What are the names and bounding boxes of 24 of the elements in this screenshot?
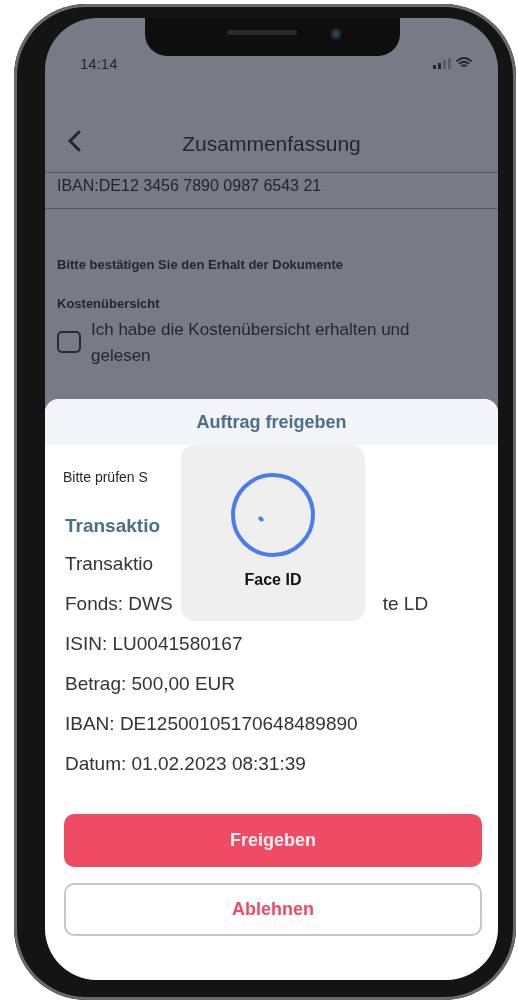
signal-icon — [433, 57, 451, 69]
documents-heading: Bitte bestätigen Sie den Erhalt der Dokumente — [57, 257, 345, 272]
detail-text: te LD — [382, 592, 429, 616]
screen-title: Zusammenfassung — [182, 132, 361, 156]
section-title: Transaktio — [65, 515, 162, 537]
sheet-title: Auftrag freigeben — [45, 399, 498, 445]
checkbox[interactable] — [57, 331, 81, 353]
approve-button[interactable]: Freigeben — [64, 814, 482, 867]
detail-text: IBAN: DE12500105170648489890 — [65, 712, 358, 736]
iban-text: IBAN:DE12 3456 7890 0987 6543 21 — [45, 173, 498, 209]
wifi-icon — [456, 57, 472, 69]
section-title: Kostenübersicht — [57, 296, 161, 311]
detail-text: Transaktio — [65, 552, 153, 576]
detail-text: Datum: 01.02.2023 08:31:39 — [65, 752, 306, 776]
status-time: 14:14 — [80, 54, 118, 72]
checkbox-label: Ich habe die Kostenübersicht erhalten und gelesen — [91, 319, 411, 367]
detail-text: Fonds: DWS — [65, 592, 173, 616]
detail-text: Betrag: 500,00 EUR — [65, 672, 236, 696]
face-id-icon — [229, 471, 317, 559]
reject-button[interactable]: Ablehnen — [64, 883, 482, 936]
back-icon[interactable] — [67, 130, 81, 152]
detail-text: ISIN: LU0041580167 — [65, 632, 243, 656]
face-id-label: Face ID — [244, 571, 302, 589]
intro-text: Bitte prüfen S — [63, 469, 149, 485]
